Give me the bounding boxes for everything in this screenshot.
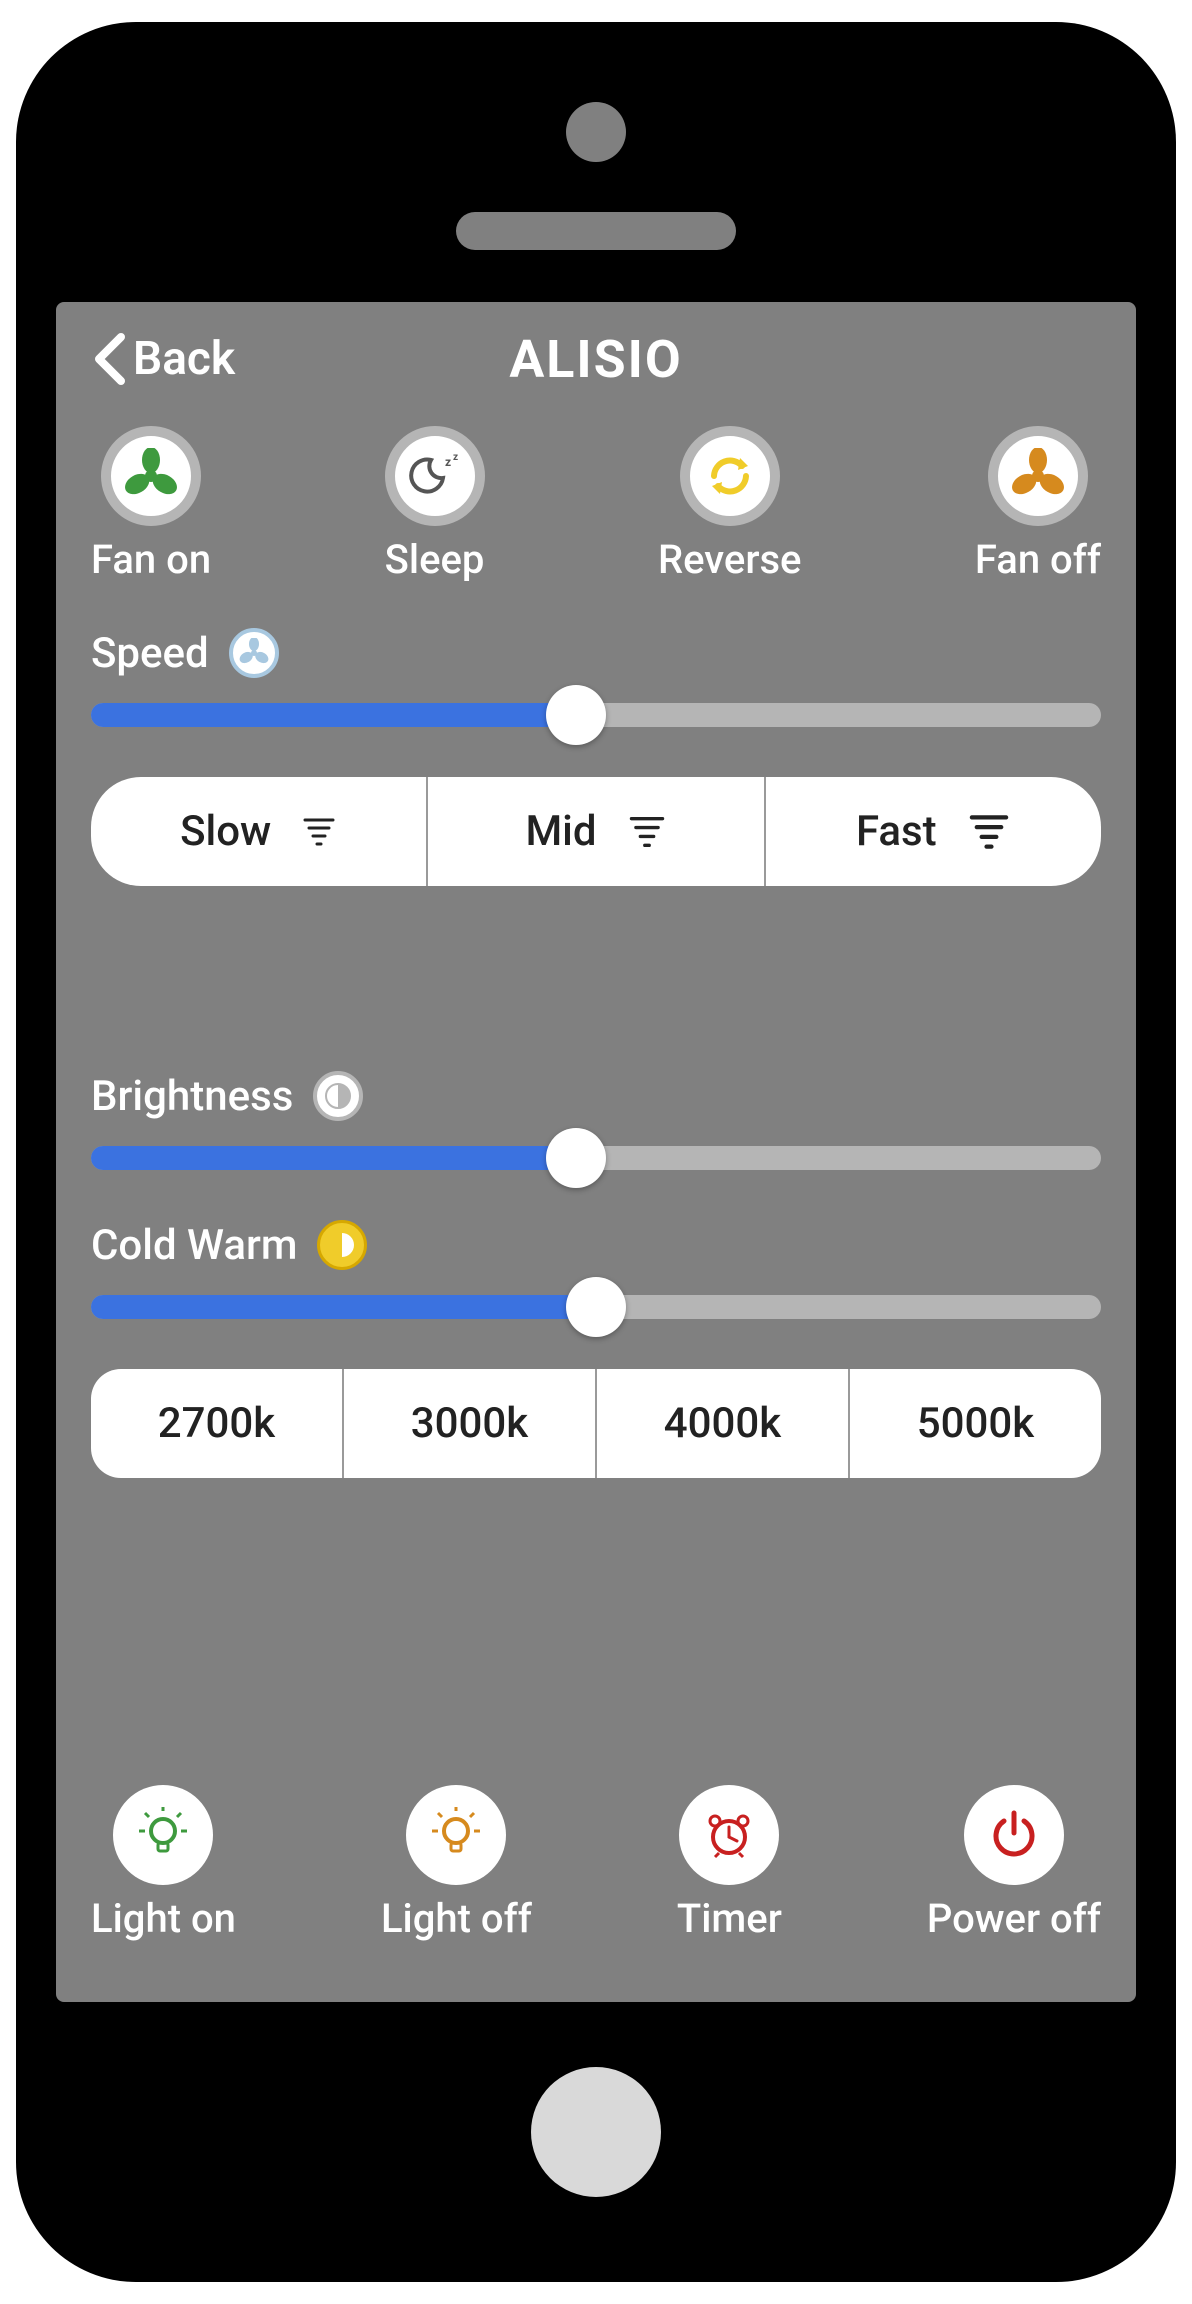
reverse-button[interactable]: Reverse	[658, 426, 802, 583]
speed-mini-icon	[229, 628, 279, 678]
speaker-slot	[456, 212, 736, 250]
temp-label: 5000k	[917, 1399, 1034, 1448]
brightness-slider[interactable]	[91, 1146, 1101, 1170]
temp-label: 2700k	[158, 1399, 275, 1448]
tornado-icon	[301, 814, 337, 850]
bottom-row: Light on Light off	[91, 1785, 1101, 1942]
coldwarm-slider-thumb[interactable]	[566, 1277, 626, 1337]
half-circle-icon	[327, 1230, 357, 1260]
fan-on-label: Fan on	[91, 536, 211, 583]
color-temp-presets: 2700k 3000k 4000k 5000k	[91, 1369, 1101, 1478]
light-off-button[interactable]: Light off	[381, 1785, 532, 1942]
brightness-label: Brightness	[91, 1072, 293, 1121]
temp-2700[interactable]: 2700k	[91, 1369, 344, 1478]
tornado-icon	[627, 812, 667, 852]
chevron-left-icon	[91, 333, 127, 385]
brightness-slider-fill	[91, 1146, 576, 1170]
bulb-icon	[428, 1807, 484, 1863]
fan-on-button[interactable]: Fan on	[91, 426, 211, 583]
bulb-icon	[135, 1807, 191, 1863]
tornado-icon	[967, 810, 1011, 854]
fan-off-label: Fan off	[975, 536, 1101, 583]
preset-label: Fast	[856, 807, 937, 856]
sleep-circle: z z	[385, 426, 485, 526]
light-off-circle	[406, 1785, 506, 1885]
power-off-button[interactable]: Power off	[927, 1785, 1101, 1942]
camera-dot	[566, 102, 626, 162]
temp-label: 4000k	[664, 1399, 781, 1448]
fan-off-button[interactable]: Fan off	[975, 426, 1101, 583]
timer-circle	[679, 1785, 779, 1885]
power-off-label: Power off	[927, 1895, 1101, 1942]
sleep-label: Sleep	[385, 536, 485, 583]
phone-frame: Back ALISIO Fan on	[16, 22, 1176, 2282]
reverse-circle	[680, 426, 780, 526]
speed-preset-fast[interactable]: Fast	[766, 777, 1101, 886]
light-on-label: Light on	[91, 1895, 236, 1942]
app-screen: Back ALISIO Fan on	[56, 302, 1136, 2002]
brightness-mini-icon	[313, 1071, 363, 1121]
preset-label: Slow	[180, 807, 271, 856]
speed-preset-slow[interactable]: Slow	[91, 777, 428, 886]
coldwarm-label: Cold Warm	[91, 1221, 297, 1270]
svg-text:z: z	[453, 452, 458, 463]
brightness-slider-thumb[interactable]	[546, 1128, 606, 1188]
power-off-circle	[964, 1785, 1064, 1885]
coldwarm-slider-fill	[91, 1295, 596, 1319]
light-off-label: Light off	[381, 1895, 532, 1942]
fan-icon	[1010, 448, 1066, 504]
coldwarm-section: Cold Warm	[91, 1220, 1101, 1270]
coldwarm-mini-icon	[317, 1220, 367, 1270]
half-circle-icon	[323, 1081, 353, 1111]
power-icon	[986, 1807, 1042, 1863]
coldwarm-slider[interactable]	[91, 1295, 1101, 1319]
timer-label: Timer	[677, 1895, 782, 1942]
svg-text:z: z	[445, 455, 451, 469]
temp-5000[interactable]: 5000k	[850, 1369, 1101, 1478]
light-on-button[interactable]: Light on	[91, 1785, 236, 1942]
speed-slider[interactable]	[91, 703, 1101, 727]
sleep-button[interactable]: z z Sleep	[385, 426, 485, 583]
speed-section: Speed	[91, 628, 1101, 678]
fan-icon	[123, 448, 179, 504]
clock-icon	[701, 1807, 757, 1863]
fan-off-circle	[988, 426, 1088, 526]
home-button[interactable]	[531, 2067, 661, 2197]
fan-mode-row: Fan on z z Sleep	[91, 426, 1101, 583]
speed-preset-mid[interactable]: Mid	[428, 777, 765, 886]
speed-presets: Slow Mid Fast	[91, 777, 1101, 886]
preset-label: Mid	[525, 807, 596, 856]
page-title: ALISIO	[509, 329, 682, 390]
moon-icon: z z	[407, 448, 463, 504]
temp-label: 3000k	[411, 1399, 528, 1448]
fan-on-circle	[101, 426, 201, 526]
speed-label: Speed	[91, 629, 209, 678]
timer-button[interactable]: Timer	[677, 1785, 782, 1942]
temp-3000[interactable]: 3000k	[344, 1369, 597, 1478]
back-label: Back	[133, 332, 235, 386]
speed-slider-thumb[interactable]	[546, 685, 606, 745]
light-on-circle	[113, 1785, 213, 1885]
brightness-section: Brightness	[91, 1071, 1101, 1121]
fan-small-icon	[239, 638, 269, 668]
temp-4000[interactable]: 4000k	[597, 1369, 850, 1478]
header: Back ALISIO	[91, 332, 1101, 386]
back-button[interactable]: Back	[91, 332, 235, 386]
cycle-icon	[702, 448, 758, 504]
speed-slider-fill	[91, 703, 576, 727]
reverse-label: Reverse	[658, 536, 802, 583]
